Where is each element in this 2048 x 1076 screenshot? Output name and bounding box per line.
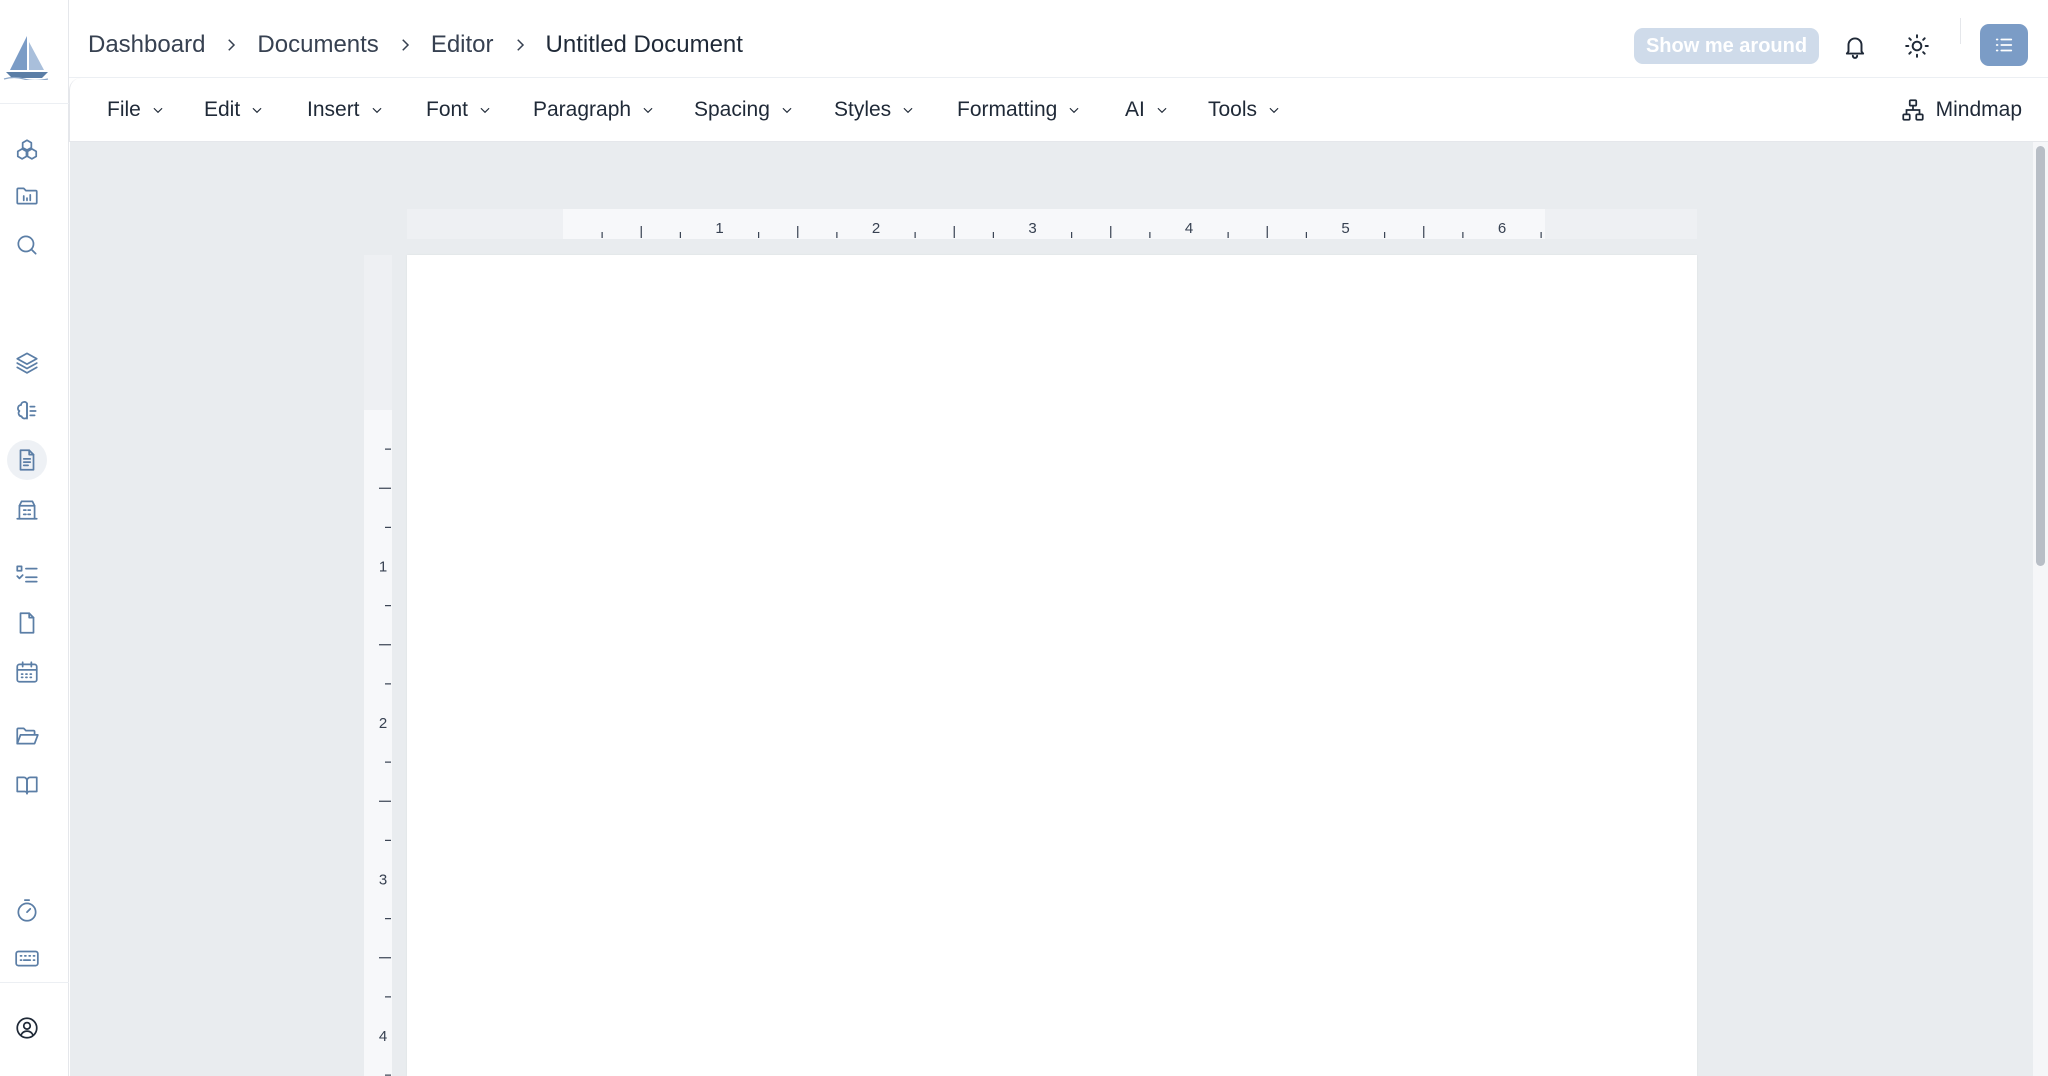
breadcrumb-dashboard[interactable]: Dashboard (88, 31, 205, 59)
menu-styles-label: Styles (834, 98, 892, 121)
chevron-down-icon (903, 107, 913, 114)
mindmap-button[interactable]: Mindmap (1900, 92, 2022, 128)
menu-edit-label: Edit (204, 98, 241, 121)
menu-ai[interactable]: AI (1125, 92, 1169, 128)
chart-folder-icon[interactable] (7, 176, 47, 216)
list-menu-icon[interactable] (1980, 24, 2028, 66)
chevron-down-icon (1157, 107, 1167, 114)
mindmap-label: Mindmap (1935, 98, 2022, 121)
file-icon[interactable] (7, 603, 47, 643)
menu-edit[interactable]: Edit (204, 92, 264, 128)
menu-insert[interactable]: Insert (307, 92, 384, 128)
sidebar-divider (0, 103, 69, 104)
document-title: Untitled Document (545, 31, 743, 58)
menu-spacing-label: Spacing (694, 98, 770, 121)
packages-icon[interactable] (7, 130, 47, 170)
layers-icon[interactable] (7, 342, 47, 382)
menu-file[interactable]: File (107, 92, 165, 128)
top-header: Dashboard Documents Editor Untitled Docu… (69, 0, 2048, 78)
editor-toolbar: File Edit Insert Font Paragraph Spacing … (69, 78, 2048, 142)
menu-file-label: File (107, 98, 141, 121)
menu-font[interactable]: Font (426, 92, 492, 128)
show-me-around-button[interactable]: Show me around (1634, 28, 1819, 64)
chevron-down-icon (252, 107, 262, 114)
chevron-down-icon (782, 107, 792, 114)
menu-formatting[interactable]: Formatting (957, 92, 1081, 128)
checklist-icon[interactable] (7, 554, 47, 594)
menu-spacing[interactable]: Spacing (694, 92, 794, 128)
document-icon[interactable] (7, 440, 47, 480)
menu-insert-label: Insert (307, 98, 360, 121)
chevron-right-icon (205, 36, 257, 54)
chevron-right-icon (494, 36, 546, 54)
chevron-right-icon (379, 36, 431, 54)
chevron-down-icon (1069, 107, 1079, 114)
horizontal-ruler-text-area (563, 209, 1545, 239)
menu-font-label: Font (426, 98, 469, 121)
breadcrumb-documents[interactable]: Documents (257, 31, 378, 59)
folder-open-icon[interactable] (7, 716, 47, 756)
calendar-icon[interactable] (7, 652, 47, 692)
menu-ai-label: AI (1125, 98, 1145, 121)
sidebar-divider (0, 982, 69, 983)
vertical-ruler-text-area (364, 410, 392, 1076)
chevron-down-icon (643, 107, 653, 114)
chevron-down-icon (480, 107, 490, 114)
search-icon[interactable] (7, 225, 47, 265)
menu-formatting-label: Formatting (957, 98, 1058, 121)
user-circle-icon[interactable] (7, 1008, 47, 1048)
breadcrumb-editor[interactable]: Editor (431, 31, 494, 59)
header-divider (1960, 18, 1961, 44)
sailboat-logo[interactable] (2, 30, 52, 80)
chevron-down-icon (372, 107, 382, 114)
breadcrumb: Dashboard Documents Editor Untitled Docu… (88, 27, 743, 63)
sitemap-icon (1902, 99, 1924, 121)
building-icon[interactable] (7, 489, 47, 529)
sun-icon[interactable] (1897, 26, 1937, 66)
menu-paragraph[interactable]: Paragraph (533, 92, 655, 128)
book-icon[interactable] (7, 765, 47, 805)
brain-icon[interactable] (7, 391, 47, 431)
chevron-down-icon (153, 107, 163, 114)
scrollbar-thumb[interactable] (2036, 146, 2045, 566)
sidebar (0, 0, 69, 1076)
timer-icon[interactable] (7, 891, 47, 931)
menu-paragraph-label: Paragraph (533, 98, 632, 121)
keyboard-icon[interactable] (7, 938, 47, 978)
menu-tools[interactable]: Tools (1208, 92, 1281, 128)
document-page[interactable] (407, 255, 1697, 1076)
bell-icon[interactable] (1835, 26, 1875, 66)
menu-styles[interactable]: Styles (834, 92, 915, 128)
menu-tools-label: Tools (1208, 98, 1258, 121)
chevron-down-icon (1269, 107, 1279, 114)
